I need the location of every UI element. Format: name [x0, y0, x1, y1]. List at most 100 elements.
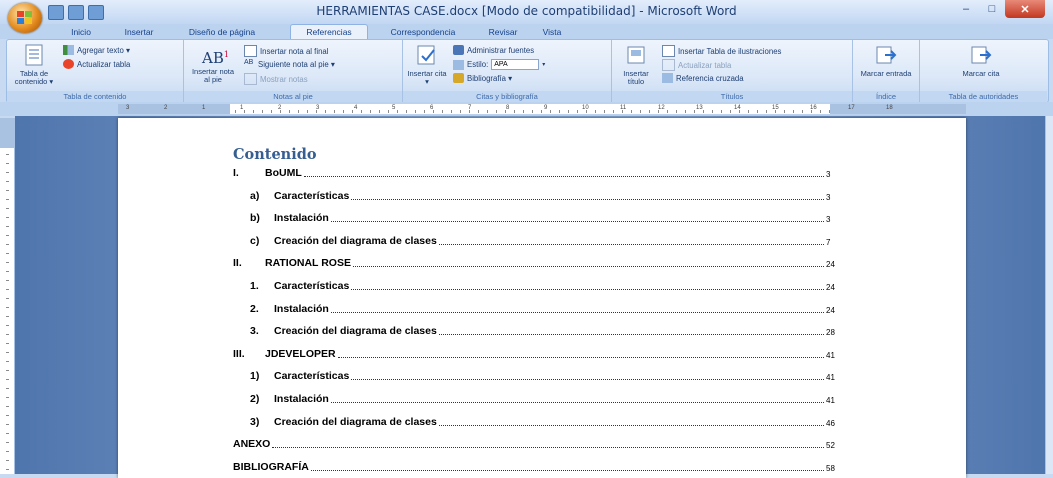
toc-entry-page: 41 [826, 396, 835, 405]
insert-caption-icon [627, 46, 645, 64]
toc-entry-number: b) [250, 212, 260, 225]
ruler-number: 6 [430, 105, 434, 111]
toc-entry-page: 52 [826, 441, 835, 451]
ruler-number: 18 [886, 105, 893, 111]
marcar-entrada-button[interactable]: Marcar entrada [859, 44, 913, 78]
maximize-button[interactable]: □ [979, 0, 1005, 18]
tab-inicio[interactable]: Inicio [58, 25, 104, 39]
tab-diseno-pagina[interactable]: Diseño de página [176, 25, 268, 39]
toc-entry-page: 7 [826, 237, 831, 247]
agregar-texto-label: Agregar texto ▾ [77, 45, 130, 55]
toc-leader-dots [303, 166, 824, 177]
tab-correspondencia[interactable]: Correspondencia [380, 25, 466, 39]
minimize-button[interactable]: – [953, 0, 979, 18]
insertar-nota-final-button[interactable]: Insertar nota al final [244, 45, 328, 57]
ruler-number: 11 [620, 105, 627, 111]
group-tabla-contenido: Tabla de contenido ▾ Agregar texto ▾ Act… [7, 40, 184, 102]
group-notas-pie: AB1 Insertar nota al pie Insertar nota a… [184, 40, 403, 102]
toc-entry[interactable]: 3. Creación del diagrama de clases 28 [250, 323, 840, 337]
toc-entry[interactable]: II. RATIONAL ROSE 24 [233, 255, 840, 269]
next-footnote-icon: AB [244, 59, 254, 66]
toc-entry-text: Creación del diagrama de clases [274, 415, 437, 428]
siguiente-nota-button[interactable]: AB Siguiente nota al pie ▾ [244, 59, 335, 69]
vertical-ruler-margin [0, 118, 14, 148]
insertar-nota-final-label: Insertar nota al final [260, 46, 329, 56]
style-icon [453, 59, 464, 70]
agregar-texto-button[interactable]: Agregar texto ▾ [63, 45, 130, 55]
toc-entry[interactable]: ANEXO 52 [233, 436, 840, 450]
document-page[interactable]: Contenido I. BoUML 3 a) Características 3 b) In… [118, 118, 966, 478]
group-autoridades: Marcar cita Tabla de autoridades [920, 40, 1047, 102]
ruler-number: 15 [772, 105, 779, 111]
toc-entry-number: 1. [250, 280, 259, 292]
tabla-contenido-button[interactable]: Tabla de contenido ▾ [13, 44, 55, 86]
toc-entry[interactable]: 1. Características 24 [250, 278, 840, 292]
toc-entry[interactable]: c) Creación del diagrama de clases 7 [250, 233, 840, 247]
toc-entry[interactable]: 2) Instalación 41 [250, 391, 840, 405]
toc-entry-number: I. [233, 167, 239, 179]
estilo-selector[interactable]: Estilo: APA ▾ [453, 59, 545, 70]
insertar-cita-button[interactable]: Insertar cita ▾ [407, 44, 447, 86]
group-titulos: Insertar título Insertar Tabla de ilustr… [612, 40, 853, 102]
toc-entry-number: 3) [250, 415, 260, 428]
group-label-indice: Índice [853, 91, 919, 102]
administrar-fuentes-button[interactable]: Administrar fuentes [453, 45, 534, 55]
vertical-scrollbar[interactable] [1045, 116, 1053, 474]
toc-leader-dots [337, 347, 824, 358]
toc-entry-text: BoUML [265, 167, 302, 179]
insertar-tabla-ilustraciones-button[interactable]: Insertar Tabla de ilustraciones [662, 45, 781, 57]
horizontal-ruler[interactable]: 3 2 1 1 2 3 4 5 6 7 8 9 10 11 12 13 14 15 16 17 18 [0, 102, 1053, 116]
toc-entry-text: Instalación [274, 212, 329, 225]
toc-entry-page: 41 [826, 350, 835, 360]
toc-entry-text: BIBLIOGRAFÍA [233, 460, 309, 473]
toc-entry[interactable]: 2. Instalación 24 [250, 301, 840, 315]
toc-entry-number: a) [250, 189, 260, 202]
toc-leader-dots [351, 279, 824, 290]
toc-entry[interactable]: b) Instalación 3 [250, 210, 840, 224]
toc-entry[interactable]: I. BoUML 3 [233, 165, 840, 179]
toc-entry-number: c) [250, 234, 260, 247]
estilo-dropdown[interactable]: APA [491, 59, 540, 70]
toc-entry-number: 2) [250, 393, 260, 405]
insertar-cita-label: Insertar cita ▾ [407, 69, 447, 86]
toc-entry-page: 41 [826, 373, 835, 383]
table-of-figures-icon [662, 45, 675, 57]
marcar-cita-label: Marcar cita [962, 69, 1000, 78]
marcar-cita-button[interactable]: Marcar cita [954, 44, 1008, 78]
actualizar-tabla-ilustraciones-button[interactable]: Actualizar tabla [662, 59, 731, 71]
toc-entry[interactable]: 1) Características 41 [250, 368, 840, 382]
toc-leader-dots [438, 234, 824, 245]
toc-entry[interactable]: BIBLIOGRAFÍA 58 [233, 459, 840, 473]
close-button[interactable]: ✕ [1005, 0, 1045, 18]
actualizar-tabla-label: Actualizar tabla [77, 59, 131, 69]
toc-entry-page: 3 [826, 170, 831, 179]
toc-entry[interactable]: III. JDEVELOPER 41 [233, 346, 840, 360]
toc-entry-text: Creación del diagrama de clases [274, 325, 437, 338]
toc-entry-text: Instalación [274, 393, 329, 405]
tab-vista[interactable]: Vista [532, 25, 572, 39]
tab-referencias[interactable]: Referencias [290, 24, 368, 40]
vertical-ruler[interactable] [0, 118, 15, 474]
group-label-citas: Citas y bibliografía [403, 91, 611, 102]
referencia-cruzada-button[interactable]: Referencia cruzada [662, 73, 744, 83]
mostrar-notas-label: Mostrar notas [260, 74, 308, 84]
ruler-number: 1 [240, 105, 244, 111]
toc-entry-page: 46 [826, 418, 835, 428]
mostrar-notas-button[interactable]: Mostrar notas [244, 73, 308, 85]
chevron-down-icon: ▾ [542, 62, 546, 68]
tab-revisar[interactable]: Revisar [478, 25, 528, 39]
tab-insertar[interactable]: Insertar [112, 25, 166, 39]
bibliografia-button[interactable]: Bibliografía ▾ [453, 73, 512, 83]
toc-entry-page: 58 [826, 463, 835, 473]
insertar-nota-pie-button[interactable]: AB1 Insertar nota al pie [188, 44, 238, 84]
toc-entry[interactable]: a) Características 3 [250, 188, 840, 202]
insertar-tabla-ilustraciones-label: Insertar Tabla de ilustraciones [678, 46, 782, 56]
toc-entry-page: 3 [826, 192, 831, 202]
toc-entry-number: II. [233, 257, 242, 270]
insertar-titulo-label: Insertar título [623, 69, 649, 86]
actualizar-tabla-button[interactable]: Actualizar tabla [63, 59, 130, 69]
office-button[interactable] [8, 3, 42, 33]
toc-entry[interactable]: 3) Creación del diagrama de clases 46 [250, 414, 840, 428]
toc-leader-dots [310, 460, 824, 471]
insertar-titulo-button[interactable]: Insertar título [616, 44, 656, 86]
